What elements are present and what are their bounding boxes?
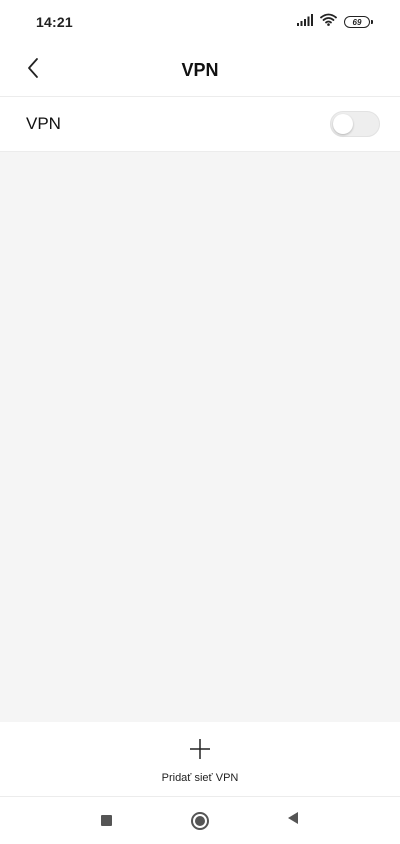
- navigation-bar: [0, 797, 400, 844]
- title-bar: VPN: [0, 44, 400, 96]
- vpn-setting-label: VPN: [26, 114, 61, 133]
- vpn-list-area: [0, 152, 400, 722]
- battery-icon: 69: [344, 16, 373, 28]
- add-vpn-button[interactable]: Pridať sieť VPN: [0, 722, 400, 796]
- status-time: 14:21: [36, 14, 73, 30]
- vpn-toggle[interactable]: [330, 111, 380, 137]
- status-bar: 14:21 69: [0, 0, 400, 44]
- page-title: VPN: [181, 59, 219, 80]
- signal-icon: [297, 13, 313, 31]
- back-triangle-icon: [286, 811, 300, 830]
- vpn-setting-row[interactable]: VPN: [0, 97, 400, 151]
- recents-square-icon: [101, 815, 113, 826]
- recents-button[interactable]: [87, 801, 127, 841]
- home-circle-icon: [190, 811, 209, 830]
- plus-icon: [189, 734, 211, 765]
- wifi-icon: [320, 13, 337, 31]
- back-nav-button[interactable]: [273, 801, 313, 841]
- chevron-left-icon: [26, 57, 40, 84]
- status-icons: 69: [297, 13, 373, 31]
- toggle-knob: [333, 114, 353, 134]
- add-vpn-label: Pridať sieť VPN: [161, 772, 239, 784]
- battery-level: 69: [352, 17, 362, 27]
- home-button[interactable]: [180, 801, 220, 841]
- back-button[interactable]: [18, 54, 48, 86]
